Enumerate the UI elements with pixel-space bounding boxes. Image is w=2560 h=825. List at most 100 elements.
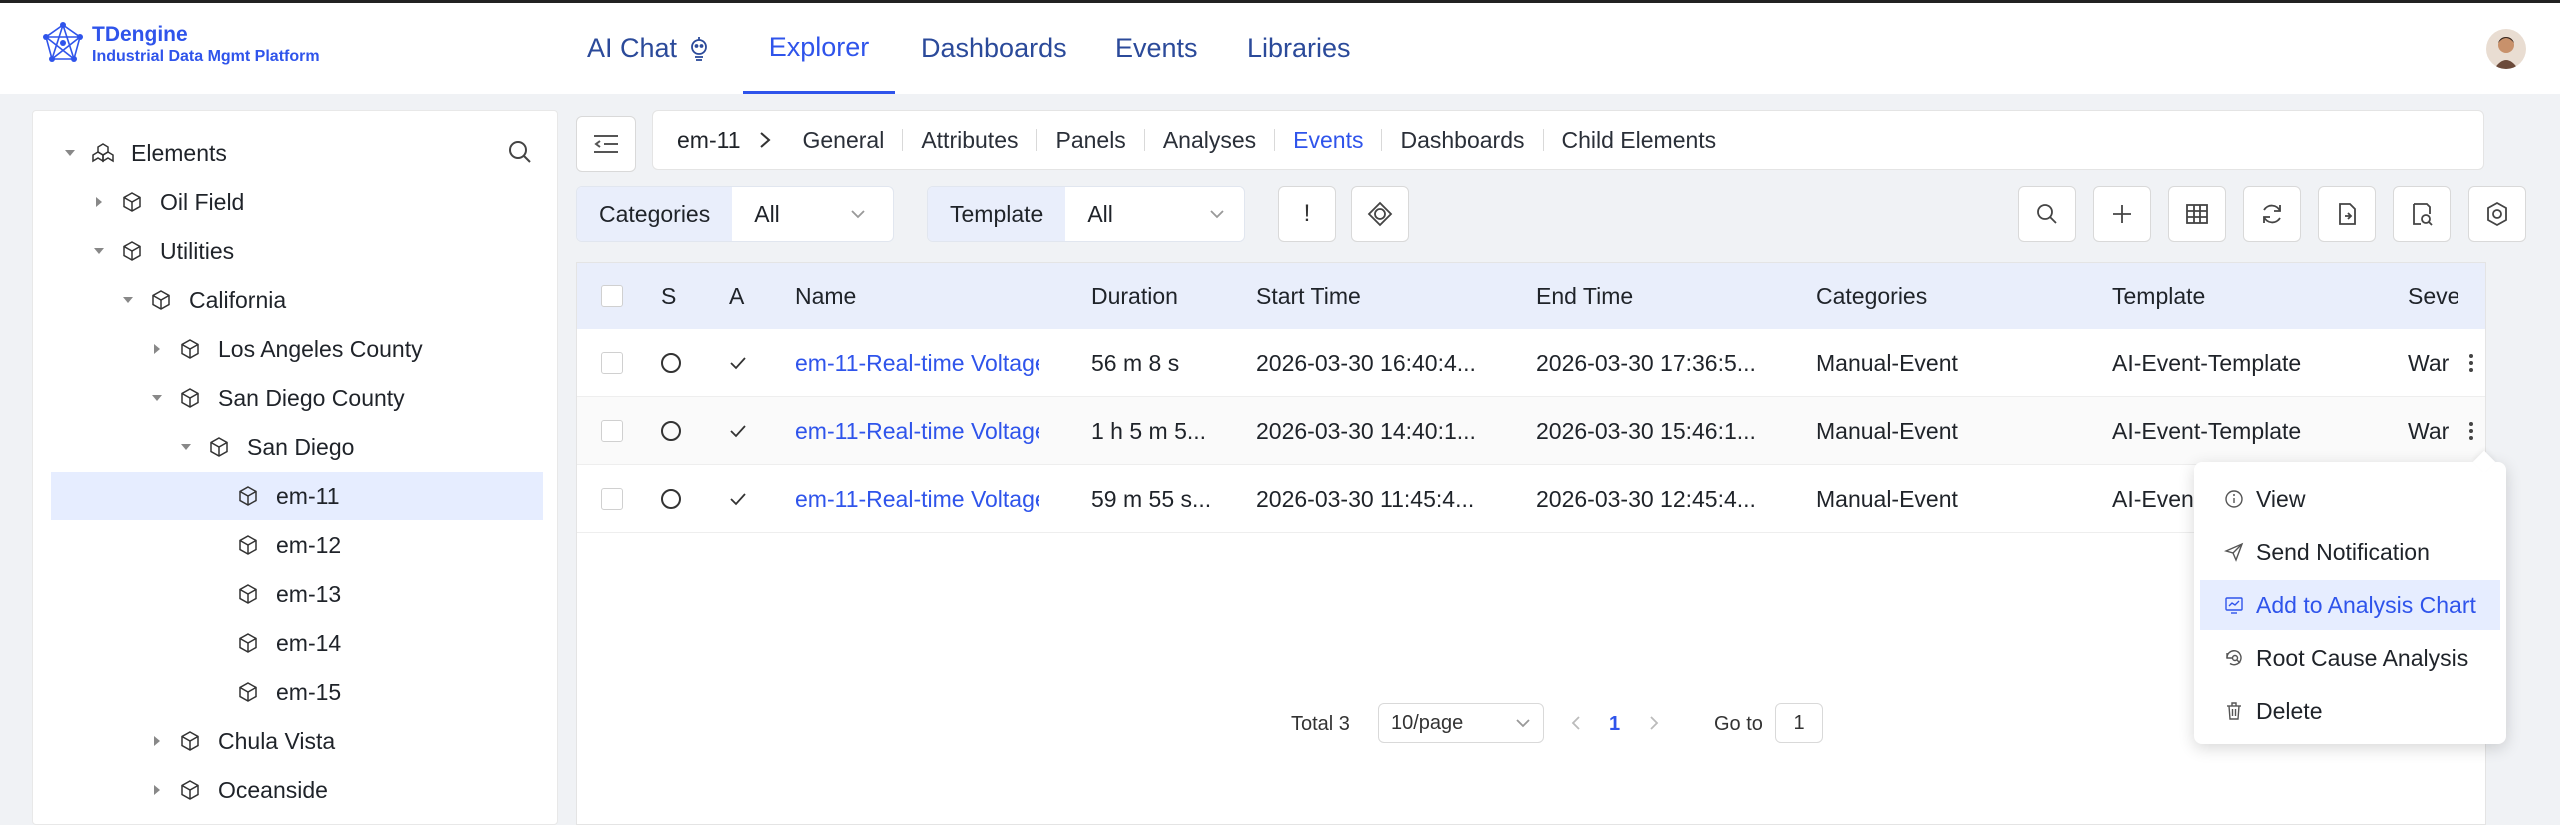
caret-right-icon[interactable] — [150, 734, 164, 748]
categories-select-value: All — [754, 200, 780, 227]
more-actions-icon[interactable] — [2457, 329, 2485, 397]
menu-delete-label: Delete — [2256, 697, 2323, 724]
add-button[interactable] — [2093, 186, 2151, 242]
caret-down-icon[interactable] — [121, 293, 135, 307]
cell-name[interactable]: em-11-Real-time Voltage I — [795, 329, 1039, 397]
nav-events[interactable]: Events — [1115, 3, 1198, 94]
logo[interactable]: TDengine Industrial Data Mgmt Platform — [40, 21, 320, 67]
goto-page-input[interactable]: 1 — [1775, 703, 1823, 743]
tree-item[interactable]: Utilities — [51, 227, 543, 275]
caret-down-icon[interactable] — [150, 391, 164, 405]
caret-right-icon[interactable] — [150, 342, 164, 356]
tree-item[interactable]: em-14 — [51, 619, 543, 667]
menu-send-notification-label: Send Notification — [2256, 538, 2430, 565]
tree-item[interactable]: Chula Vista — [51, 717, 543, 765]
target-button[interactable] — [1351, 186, 1409, 242]
tab-child-elements[interactable]: Child Elements — [1544, 129, 1735, 152]
row-checkbox[interactable] — [601, 352, 623, 374]
tree-item[interactable]: Oil Field — [51, 178, 543, 226]
tree-item[interactable]: San Diego — [51, 423, 543, 471]
tab-general[interactable]: General — [785, 129, 904, 152]
menu-root-cause-analysis[interactable]: Root Cause Analysis — [2200, 633, 2500, 683]
cell-severity: War — [2408, 349, 2450, 376]
header-start-time[interactable]: Start Time — [1256, 263, 1361, 329]
logo-icon — [43, 22, 83, 62]
search-button[interactable] — [2018, 186, 2076, 242]
select-all-checkbox[interactable] — [601, 285, 623, 307]
tree-item-label: Oil Field — [160, 188, 245, 215]
menu-delete[interactable]: Delete — [2200, 686, 2500, 736]
categories-filter-label: Categories — [577, 187, 733, 241]
caret-right-icon[interactable] — [92, 195, 106, 209]
tree-item[interactable]: em-15 — [51, 668, 543, 716]
user-avatar[interactable] — [2486, 29, 2526, 69]
export-button[interactable] — [2318, 186, 2376, 242]
element-tree-panel: Elements Oil Field Utilities California Los… — [32, 110, 558, 825]
collapse-icon — [594, 135, 618, 153]
cell-name[interactable]: em-11-Real-time Voltage I — [795, 397, 1039, 465]
alert-filter-button[interactable]: ! — [1278, 186, 1336, 242]
header-categories[interactable]: Categories — [1816, 263, 1927, 329]
nav-explorer[interactable]: Explorer — [743, 3, 895, 94]
menu-add-to-analysis-chart[interactable]: Add to Analysis Chart — [2200, 580, 2500, 630]
cell-name[interactable]: em-11-Real-time Voltage I — [795, 465, 1039, 533]
report-button[interactable] — [2393, 186, 2451, 242]
template-select[interactable]: All — [1065, 187, 1242, 241]
prev-page-icon[interactable] — [1569, 713, 1583, 733]
plus-icon — [2113, 205, 2131, 223]
tree-item-label: San Diego County — [218, 384, 405, 411]
collapse-sidebar-button[interactable] — [576, 116, 636, 172]
tab-analyses[interactable]: Analyses — [1145, 129, 1276, 152]
row-checkbox[interactable] — [601, 420, 623, 442]
cell-category: Manual-Event — [1816, 349, 1958, 376]
cube-icon — [123, 192, 141, 212]
tab-events[interactable]: Events — [1275, 129, 1383, 152]
menu-view-label: View — [2256, 485, 2306, 512]
cell-start: 2026-03-30 11:45:4... — [1256, 485, 1475, 512]
menu-view[interactable]: View — [2200, 474, 2500, 524]
row-checkbox[interactable] — [601, 488, 623, 510]
tree-item[interactable]: California — [51, 276, 543, 324]
breadcrumb-current[interactable]: em-11 — [677, 127, 741, 154]
page-number-1[interactable]: 1 — [1609, 713, 1620, 736]
tree-item[interactable]: em-11 — [51, 472, 543, 520]
table-row[interactable]: em-11-Real-time Voltage I 1 h 5 m 5... 202… — [577, 397, 2485, 465]
header-duration[interactable]: Duration — [1091, 263, 1178, 329]
tree-item[interactable]: San Diego County — [51, 374, 543, 422]
table-row[interactable]: em-11-Real-time Voltage I 56 m 8 s 2026-03… — [577, 329, 2485, 397]
caret-down-icon[interactable] — [179, 440, 193, 454]
header-s[interactable]: S — [661, 263, 676, 329]
header-end-time[interactable]: End Time — [1536, 263, 1633, 329]
top-bar: TDengine Industrial Data Mgmt Platform A… — [0, 0, 2560, 94]
tab-panels[interactable]: Panels — [1037, 129, 1145, 152]
page-size-select[interactable]: 10/page — [1378, 703, 1544, 743]
next-page-icon[interactable] — [1647, 713, 1661, 733]
report-icon — [2413, 203, 2433, 226]
tab-dashboards[interactable]: Dashboards — [1382, 129, 1544, 152]
nav-ai-chat[interactable]: AI Chat — [587, 3, 711, 94]
search-icon[interactable] — [507, 139, 533, 165]
settings-button[interactable] — [2468, 186, 2526, 242]
tab-attributes[interactable]: Attributes — [903, 129, 1038, 152]
caret-down-icon[interactable] — [63, 146, 77, 160]
tree-root-elements[interactable]: Elements — [51, 129, 543, 177]
caret-down-icon[interactable] — [92, 244, 106, 258]
tree-item[interactable]: Oceanside — [51, 766, 543, 814]
tree-item[interactable]: em-13 — [51, 570, 543, 618]
nav-dashboards[interactable]: Dashboards — [921, 3, 1067, 94]
table-view-button[interactable] — [2168, 186, 2226, 242]
caret-right-icon[interactable] — [150, 783, 164, 797]
cube-icon — [123, 241, 141, 261]
header-template[interactable]: Template — [2112, 263, 2205, 329]
nav-ai-chat-label: AI Chat — [587, 33, 678, 63]
cell-duration: 56 m 8 s — [1091, 349, 1180, 376]
header-a[interactable]: A — [729, 263, 744, 329]
tree-item[interactable]: em-12 — [51, 521, 543, 569]
header-name[interactable]: Name — [795, 263, 856, 329]
categories-select[interactable]: All — [732, 187, 883, 241]
tree-item[interactable]: Los Angeles County — [51, 325, 543, 373]
refresh-button[interactable] — [2243, 186, 2301, 242]
header-severity[interactable]: Seve — [2408, 263, 2458, 329]
menu-send-notification[interactable]: Send Notification — [2200, 527, 2500, 577]
nav-libraries[interactable]: Libraries — [1247, 3, 1351, 94]
